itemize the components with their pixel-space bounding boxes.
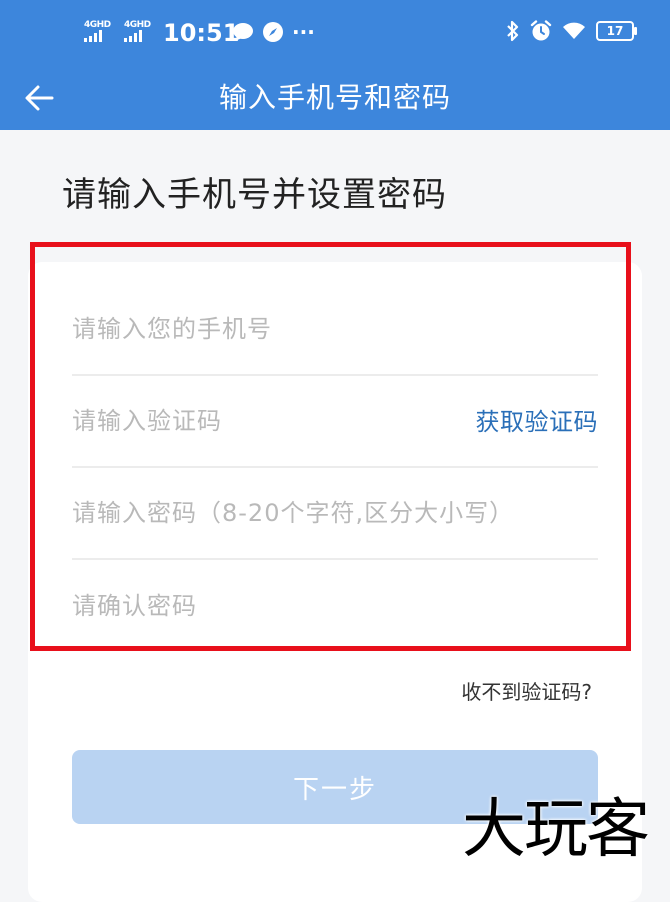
- wifi-icon: [563, 22, 585, 39]
- watermark: 大玩客: [462, 793, 650, 867]
- signal-icon-2: 4GHD: [124, 20, 151, 46]
- network-type-1: 4GHD: [84, 20, 111, 30]
- message-bubble-icon: [233, 23, 253, 41]
- system-icons: 17: [506, 20, 637, 42]
- signal-icon: 4GHD: [84, 20, 111, 46]
- status-time: 10:51: [163, 19, 240, 47]
- alarm-icon: [530, 20, 552, 41]
- no-code-link[interactable]: 收不到验证码?: [461, 678, 592, 706]
- battery-icon: 17: [596, 21, 637, 41]
- highlight-annotation-box: [30, 242, 631, 651]
- app-header: 输入手机号和密码: [0, 66, 670, 130]
- compass-icon: [263, 22, 283, 42]
- more-notifications: ···: [292, 20, 315, 44]
- status-bar: 4GHD 4GHD 10:51 ··· 17: [0, 0, 670, 66]
- page-heading: 请输入手机号并设置密码: [62, 175, 447, 215]
- notification-icons: ···: [232, 21, 315, 43]
- header-title: 输入手机号和密码: [218, 81, 451, 114]
- battery-level: 17: [606, 24, 624, 38]
- bluetooth-icon: [507, 20, 519, 42]
- top-bar: 4GHD 4GHD 10:51 ··· 17 输入手机号和密码: [0, 0, 670, 130]
- network-type-2: 4GHD: [124, 20, 151, 30]
